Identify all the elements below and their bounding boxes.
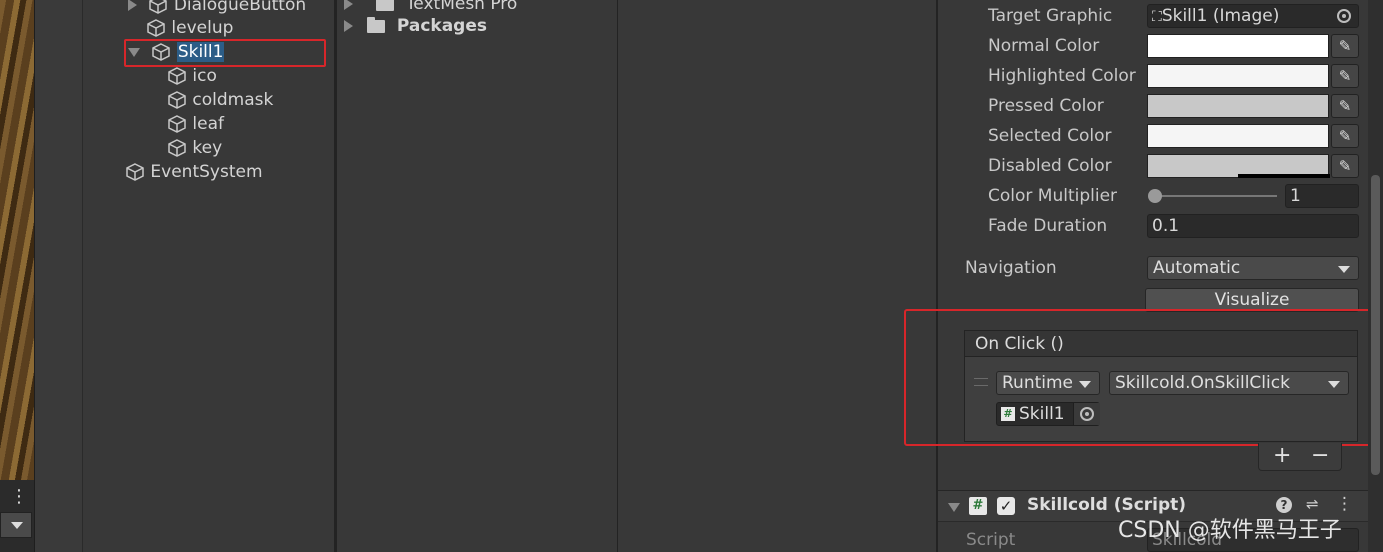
fade-duration-input[interactable]: 0.1 (1147, 214, 1359, 238)
gameobject-icon (147, 19, 165, 37)
target-graphic-value: Skill1 (Image) (1161, 6, 1280, 26)
alpha-bar (1238, 174, 1330, 178)
hierarchy-item-label: coldmask (192, 90, 274, 110)
hierarchy-item-label: leaf (192, 114, 224, 134)
disabled-color-label: Disabled Color (988, 156, 1112, 176)
gameobject-icon (168, 115, 186, 133)
hierarchy-item-label: DialogueButton (173, 0, 307, 15)
normal-color-label: Normal Color (988, 36, 1100, 56)
hierarchy-item-label: EventSystem (150, 162, 263, 182)
project-folder-label: Packages (396, 16, 487, 36)
more-options-icon[interactable]: ⋮ (1336, 494, 1353, 514)
pressed-color-label: Pressed Color (988, 96, 1104, 116)
dropdown-button[interactable] (0, 512, 32, 538)
disabled-color-swatch[interactable] (1147, 154, 1330, 178)
project-folder-packages[interactable]: Packages (344, 14, 487, 38)
expand-arrow-icon[interactable] (344, 0, 353, 10)
color-multiplier-input[interactable]: 1 (1285, 184, 1359, 208)
component-enabled-checkbox[interactable]: ✓ (997, 497, 1015, 515)
image-icon: ⛶ (1152, 9, 1162, 25)
highlighted-color-swatch[interactable] (1147, 64, 1329, 88)
script-icon: # (969, 497, 987, 515)
preset-icon[interactable]: ⇌ (1306, 495, 1319, 513)
gameobject-icon (168, 91, 186, 109)
scene-toolbar: ⋮ (0, 480, 34, 552)
chevron-down-icon (1338, 266, 1350, 273)
scene-view-strip[interactable] (0, 0, 34, 480)
folder-icon (366, 16, 385, 33)
normal-color-swatch[interactable] (1147, 34, 1329, 58)
color-multiplier-label: Color Multiplier (988, 186, 1118, 206)
hierarchy-item-key[interactable]: key (167, 136, 222, 160)
folder-icon (376, 0, 395, 11)
eyedropper-icon[interactable]: ✎ (1331, 34, 1359, 58)
help-icon[interactable]: ? (1276, 497, 1292, 513)
gameobject-icon (168, 139, 186, 157)
navigation-label: Navigation (965, 258, 1057, 278)
eyedropper-icon[interactable]: ✎ (1331, 64, 1359, 88)
expand-arrow-icon[interactable] (128, 0, 137, 11)
project-folder-label: TextMesh Pro (405, 0, 518, 14)
more-options-icon[interactable]: ⋮ (10, 486, 28, 507)
target-graphic-field[interactable]: ⛶Skill1 (Image) (1147, 4, 1359, 28)
hierarchy-item-label: key (192, 138, 223, 158)
pressed-color-swatch[interactable] (1147, 94, 1329, 118)
highlight-box (124, 39, 326, 67)
color-multiplier-slider-handle[interactable] (1148, 189, 1162, 203)
selected-color-label: Selected Color (988, 126, 1112, 146)
navigation-value: Automatic (1153, 258, 1241, 278)
project-content-pane[interactable] (618, 0, 936, 552)
hierarchy-item-eventsystem[interactable]: EventSystem (125, 160, 263, 184)
collapse-arrow-icon[interactable] (948, 503, 960, 512)
hierarchy-item-coldmask[interactable]: coldmask (167, 88, 273, 112)
fade-duration-label: Fade Duration (988, 216, 1108, 236)
navigation-dropdown[interactable]: Automatic (1147, 256, 1359, 280)
hierarchy-item-leaf[interactable]: leaf (167, 112, 224, 136)
expand-arrow-icon[interactable] (344, 20, 353, 32)
hierarchy-item-label: levelup (171, 18, 234, 38)
hierarchy-item-label: ico (192, 66, 217, 86)
watermark: CSDN @软件黑马王子 (1118, 518, 1342, 543)
eyedropper-icon[interactable]: ✎ (1331, 154, 1359, 178)
hierarchy-item-levelup[interactable]: levelup (146, 16, 233, 40)
selected-color-swatch[interactable] (1147, 124, 1329, 148)
object-picker-icon[interactable] (1337, 9, 1351, 23)
chevron-down-icon (11, 522, 23, 529)
panel-gutter (34, 0, 83, 552)
target-graphic-label: Target Graphic (988, 6, 1113, 26)
hierarchy-item-dialoguebutton[interactable]: DialogueButton (128, 0, 306, 17)
gameobject-icon (126, 163, 144, 181)
project-panel (337, 0, 617, 552)
list-add-remove: + − (1258, 443, 1342, 471)
script-label: Script (966, 530, 1016, 550)
highlighted-color-label: Highlighted Color (988, 66, 1136, 86)
remove-button[interactable]: − (1311, 443, 1329, 468)
eyedropper-icon[interactable]: ✎ (1331, 94, 1359, 118)
add-button[interactable]: + (1273, 443, 1291, 468)
eyedropper-icon[interactable]: ✎ (1331, 124, 1359, 148)
highlight-box (904, 309, 1382, 446)
hierarchy-item-ico[interactable]: ico (167, 64, 217, 88)
gameobject-icon (168, 67, 186, 85)
gameobject-icon (149, 0, 168, 14)
scrollbar-thumb[interactable] (1371, 175, 1380, 475)
color-multiplier-slider-track[interactable] (1155, 195, 1277, 197)
